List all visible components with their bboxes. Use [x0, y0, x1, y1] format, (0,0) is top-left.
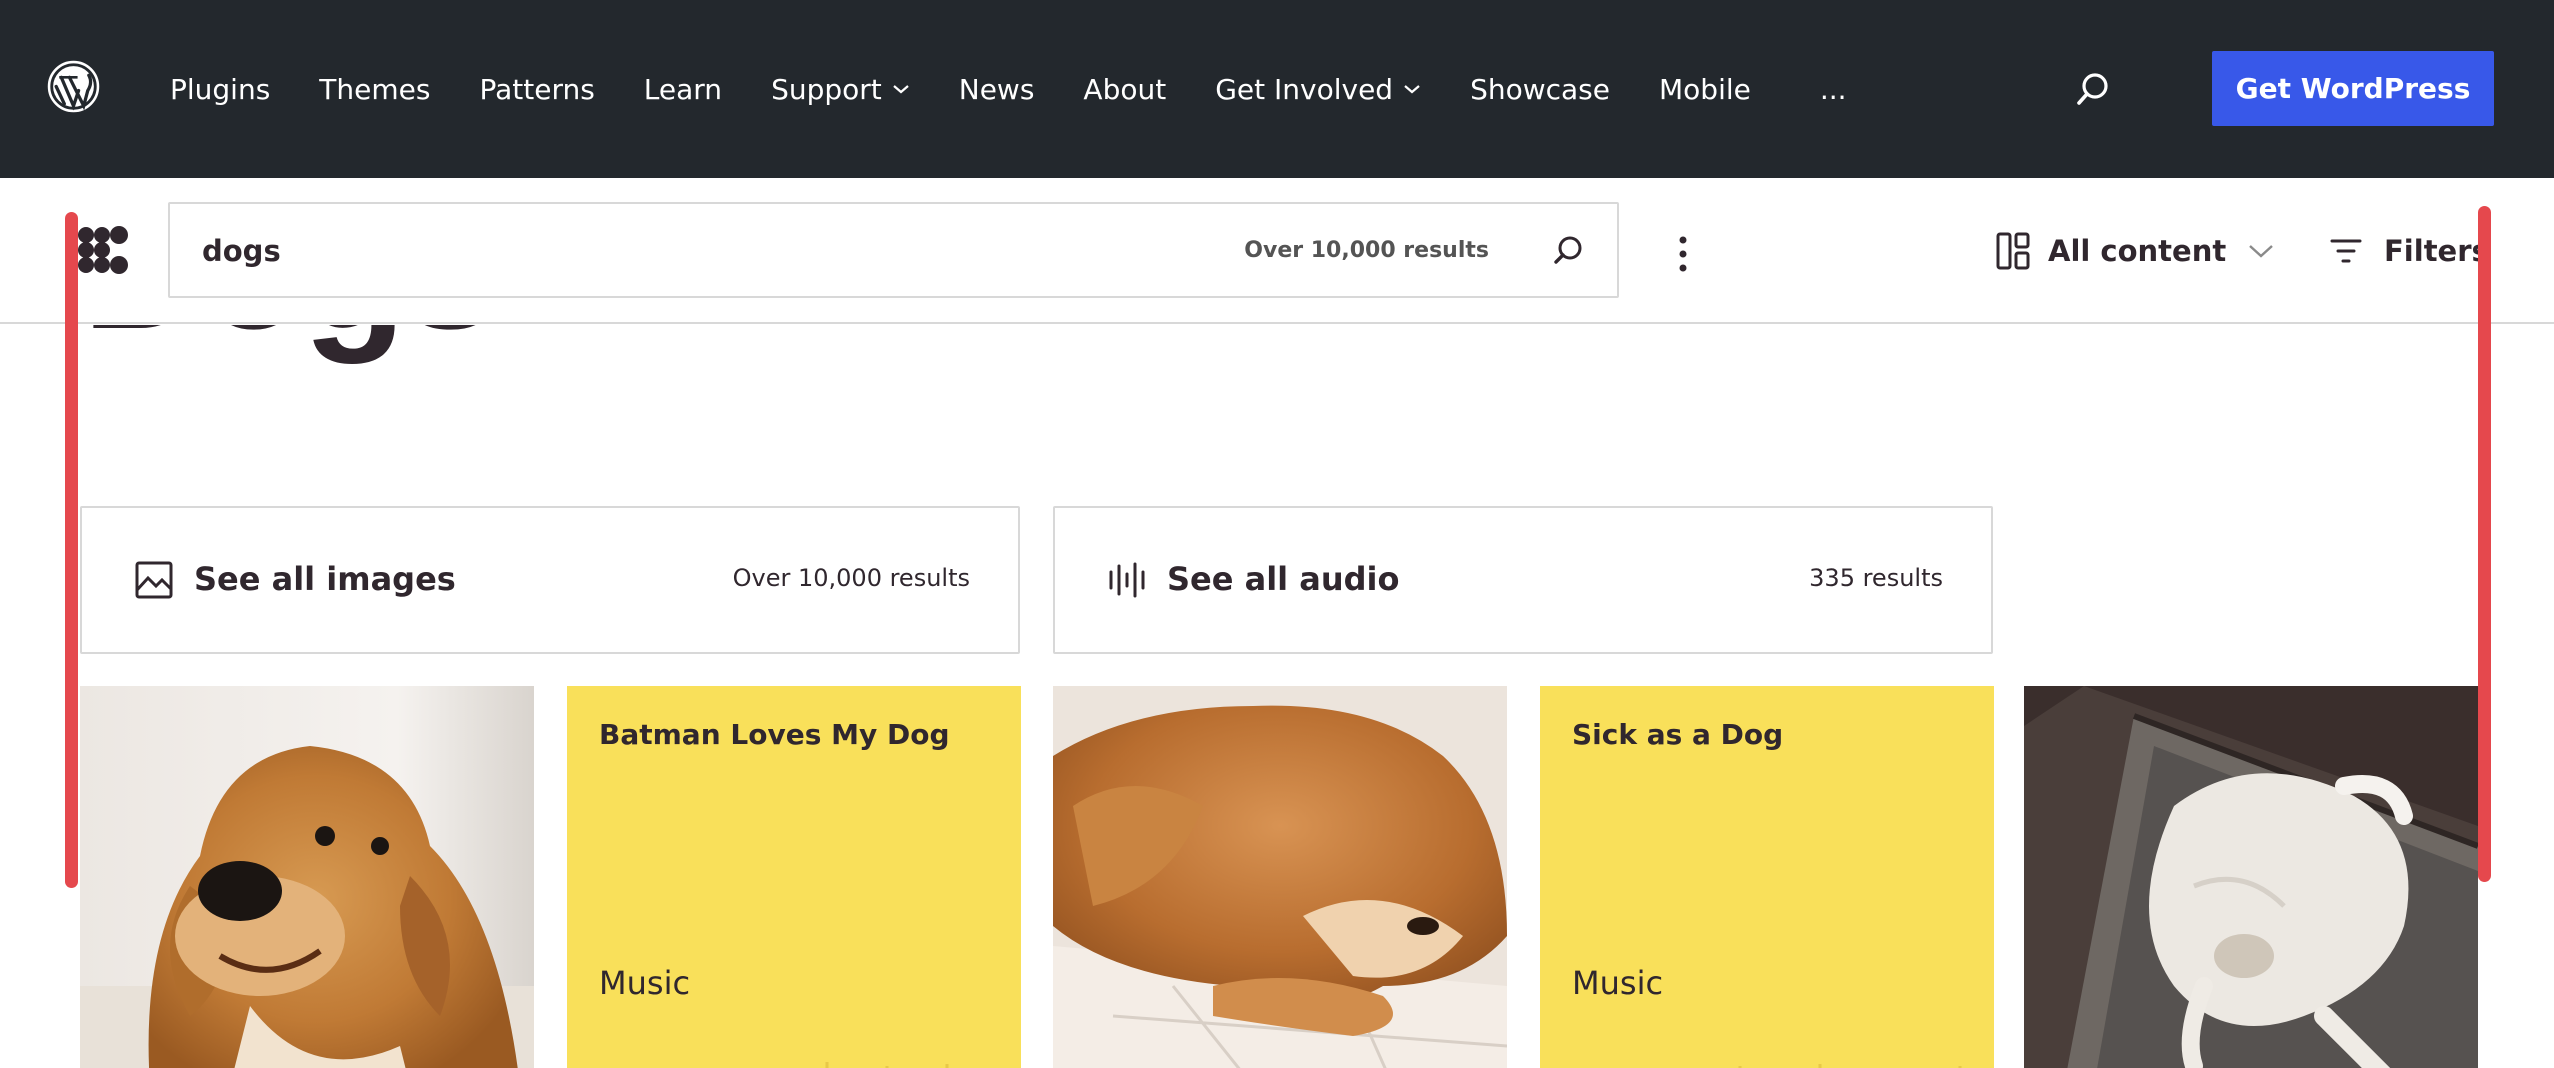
search-header: Over 10,000 results All content Filters — [0, 178, 2554, 324]
search-bar: Over 10,000 results — [168, 202, 1619, 298]
page-title: Dogs — [82, 325, 498, 355]
search-icon[interactable] — [2073, 69, 2113, 109]
dog-photo-image — [80, 686, 534, 1068]
see-all-audio-label: See all audio — [1167, 560, 1400, 598]
openverse-logo-icon[interactable] — [78, 226, 130, 274]
nav-patterns-label: Patterns — [479, 72, 595, 106]
audio-genre: Music — [599, 964, 691, 1002]
content-type-switcher[interactable]: All content — [1996, 224, 2274, 278]
nav-more-label: ... — [1819, 72, 1847, 106]
nav-mobile-label: Mobile — [1659, 72, 1751, 106]
filters-button[interactable]: Filters — [2330, 224, 2489, 278]
nav-news[interactable]: News — [959, 73, 1035, 106]
search-results-main: Dogs See all images Over 10,000 results … — [0, 325, 2554, 1068]
wordpress-logo-icon[interactable] — [47, 60, 100, 113]
dog-photo-image — [2024, 686, 2478, 1068]
audio-title: Batman Loves My Dog — [599, 718, 950, 751]
nav-support-label: Support — [771, 72, 882, 106]
chevron-down-icon — [893, 85, 909, 94]
layout-grid-icon — [1996, 232, 2030, 270]
wordpress-top-bar: Plugins Themes Patterns Learn Support Ne… — [0, 0, 2554, 178]
nav-mobile[interactable]: Mobile — [1659, 73, 1751, 106]
image-result-card[interactable] — [80, 686, 534, 1068]
waveform-icon — [745, 1062, 989, 1068]
wordpress-main-nav: Plugins Themes Patterns Learn Support Ne… — [170, 0, 1896, 178]
image-result-card[interactable] — [2024, 686, 2478, 1068]
audio-result-card[interactable]: Sick as a Dog Music — [1540, 686, 1994, 1068]
content-type-label: All content — [2048, 234, 2227, 268]
nav-themes[interactable]: Themes — [319, 73, 430, 106]
image-result-card[interactable] — [1053, 686, 1507, 1068]
nav-get-involved-label: Get Involved — [1215, 72, 1394, 106]
nav-themes-label: Themes — [319, 72, 431, 106]
get-wordpress-button[interactable]: Get WordPress — [2212, 51, 2494, 126]
nav-learn-label: Learn — [643, 72, 723, 106]
search-result-count: Over 10,000 results — [1244, 238, 1489, 263]
filters-label: Filters — [2384, 234, 2489, 268]
chevron-down-icon — [1404, 85, 1420, 94]
dog-photo-image — [1053, 686, 1507, 1068]
see-all-images-label: See all images — [194, 560, 456, 598]
audio-genre: Music — [1572, 964, 1664, 1002]
nav-learn[interactable]: Learn — [644, 73, 722, 106]
see-all-audio-count: 335 results — [1809, 564, 1943, 592]
nav-support[interactable]: Support — [771, 73, 910, 106]
audio-icon — [1109, 562, 1145, 598]
nav-plugins[interactable]: Plugins — [170, 73, 270, 106]
more-options-icon[interactable] — [1666, 234, 1700, 274]
nav-about-label: About — [1083, 72, 1167, 106]
see-all-audio-link[interactable]: See all audio 335 results — [1053, 506, 1993, 654]
nav-patterns[interactable]: Patterns — [479, 73, 594, 106]
search-input[interactable] — [202, 230, 1002, 272]
nav-about[interactable]: About — [1083, 73, 1166, 106]
see-all-images-count: Over 10,000 results — [732, 564, 970, 592]
search-icon[interactable] — [1547, 230, 1589, 272]
audio-result-card[interactable]: Batman Loves My Dog Music — [567, 686, 1021, 1068]
nav-news-label: News — [958, 72, 1035, 106]
nav-showcase-label: Showcase — [1470, 72, 1610, 106]
nav-get-involved[interactable]: Get Involved — [1215, 73, 1421, 106]
audio-title: Sick as a Dog — [1572, 718, 1784, 751]
image-icon — [135, 561, 173, 599]
nav-plugins-label: Plugins — [170, 72, 271, 106]
nav-showcase[interactable]: Showcase — [1470, 73, 1610, 106]
chevron-down-icon — [2249, 245, 2274, 258]
see-all-images-link[interactable]: See all images Over 10,000 results — [80, 506, 1020, 654]
filter-icon — [2330, 239, 2362, 263]
waveform-icon — [1738, 1064, 1962, 1068]
nav-more-button[interactable]: ... — [1820, 73, 1847, 106]
